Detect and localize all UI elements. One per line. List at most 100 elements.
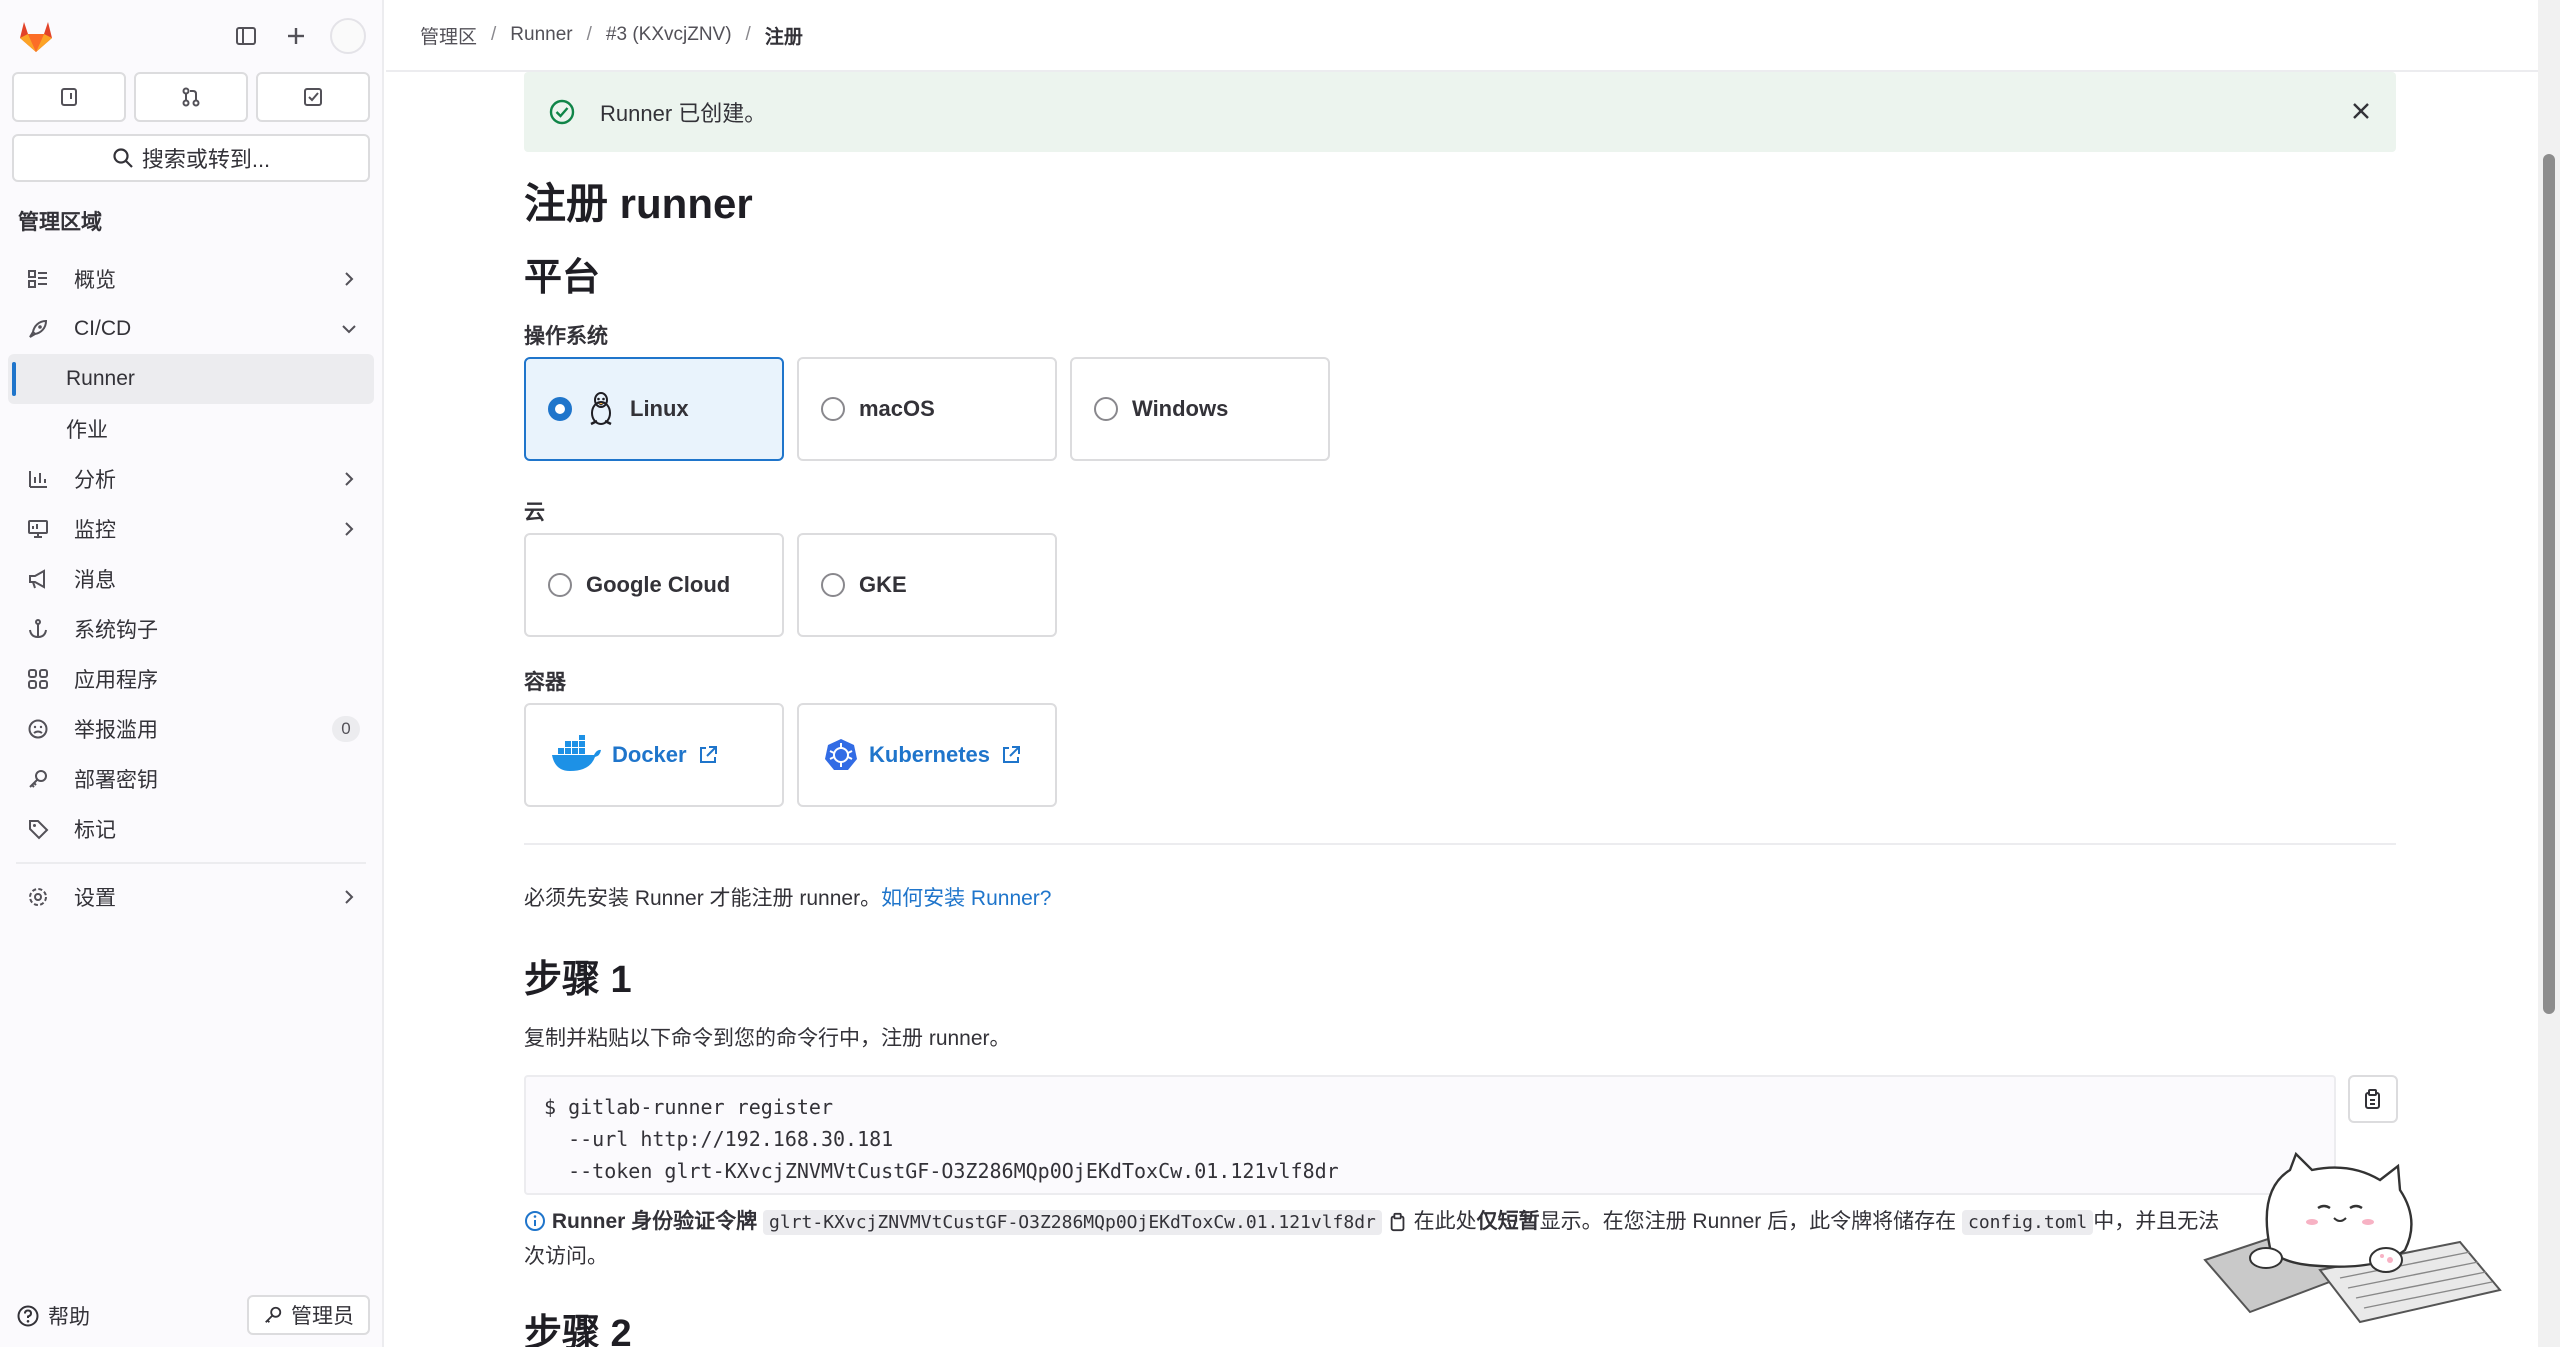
token-info: Runner 身份验证令牌 glrt-KXvcjZNVMVtCustGF-O3Z…	[524, 1205, 2396, 1274]
nav-item-cicd[interactable]: CI/CD	[8, 304, 374, 354]
nav-item-runner[interactable]: Runner	[8, 354, 374, 404]
register-command-block[interactable]: $ gitlab-runner register --url http://19…	[524, 1075, 2336, 1195]
install-note-text: 必须先安装 Runner 才能注册 runner。	[524, 887, 882, 910]
nav-label: 举报滥用	[74, 719, 158, 742]
radio-button[interactable]	[548, 397, 572, 421]
nav-item-monitoring[interactable]: 监控	[8, 504, 374, 554]
key-icon	[265, 1306, 282, 1323]
os-option-label: Windows	[1132, 396, 1229, 421]
os-option-linux[interactable]: Linux	[524, 357, 784, 461]
command-line: $ gitlab-runner register	[544, 1095, 833, 1119]
platform-heading: 平台	[524, 257, 601, 299]
label-icon	[24, 815, 52, 843]
cloud-option-label: Google Cloud	[586, 572, 731, 597]
plus-icon[interactable]	[278, 18, 314, 54]
breadcrumb: 管理区 / Runner / #3 (KXvcjZNV) / 注册	[386, 0, 2538, 72]
sidebar-section-title: 管理区域	[18, 211, 102, 234]
copy-icon[interactable]	[1388, 1212, 1408, 1232]
radio-button[interactable]	[821, 573, 845, 597]
nav-item-messages[interactable]: 消息	[8, 554, 374, 604]
bullhorn-icon	[24, 565, 52, 593]
sidebar-divider	[16, 862, 366, 864]
radio-button[interactable]	[548, 573, 572, 597]
admin-label: 管理员	[291, 1305, 354, 1328]
copy-command-button[interactable]	[2348, 1075, 2398, 1123]
issues-icon	[61, 88, 77, 106]
nav-label: 标记	[74, 819, 116, 842]
os-label: 操作系统	[524, 325, 608, 348]
todos-button[interactable]	[256, 72, 370, 122]
os-option-label: Linux	[630, 396, 689, 421]
radio-button[interactable]	[1094, 397, 1118, 421]
gitlab-tanuki-icon[interactable]	[16, 16, 56, 56]
page-title: 注册 runner	[524, 180, 753, 227]
nav-item-abuse-reports[interactable]: 举报滥用 0	[8, 704, 374, 754]
settings-icon	[24, 883, 52, 911]
nav-item-settings[interactable]: 设置	[8, 872, 374, 922]
nav-label: 作业	[66, 419, 108, 442]
radio-button[interactable]	[821, 397, 845, 421]
sidebar-footer: 帮助 管理员	[16, 1295, 370, 1339]
nav-label: 消息	[74, 569, 116, 592]
os-option-windows[interactable]: Windows	[1070, 357, 1330, 461]
command-line: --url http://192.168.30.181	[544, 1127, 894, 1151]
container-option-docker[interactable]: Docker	[524, 703, 784, 807]
install-runner-link[interactable]: 如何安装 Runner?	[881, 887, 1051, 910]
nav-item-analytics[interactable]: 分析	[8, 454, 374, 504]
scrollbar-thumb[interactable]	[2543, 154, 2555, 1014]
merge-requests-button[interactable]	[134, 72, 248, 122]
nav-item-jobs[interactable]: 作业	[8, 404, 374, 454]
token-label: Runner 身份验证令牌	[551, 1210, 758, 1233]
nav-label: 概览	[74, 269, 116, 292]
admin-button[interactable]: 管理员	[247, 1295, 370, 1335]
token-value[interactable]: glrt-KXvcjZNVMVtCustGF-O3Z286MQp0OjEKdTo…	[763, 1210, 1382, 1235]
cloud-option-label: GKE	[859, 572, 907, 597]
nav-item-system-hooks[interactable]: 系统钩子	[8, 604, 374, 654]
section-divider	[524, 843, 2396, 845]
search-label: 搜索或转到...	[141, 147, 271, 172]
close-icon[interactable]	[2348, 98, 2374, 124]
breadcrumb-separator: /	[586, 24, 592, 45]
token-note-mid: 显示。在您注册 Runner 后，此令牌将储存在	[1539, 1210, 1957, 1233]
nav-label: 应用程序	[74, 669, 158, 692]
abuse-count-badge: 0	[332, 716, 360, 742]
typing-cat-mascot-icon	[2203, 1151, 2502, 1324]
os-option-macos[interactable]: macOS	[797, 357, 1057, 461]
nav-item-deploy-keys[interactable]: 部署密钥	[8, 754, 374, 804]
nav-label: 分析	[74, 469, 116, 492]
applications-icon	[24, 665, 52, 693]
nav-label: CI/CD	[74, 317, 132, 340]
chart-icon	[24, 465, 52, 493]
sidebar-header	[16, 16, 366, 56]
cloud-option-gke[interactable]: GKE	[797, 533, 1057, 637]
nav-item-overview[interactable]: 概览	[8, 254, 374, 304]
chevron-down-icon	[342, 325, 356, 334]
nav-label: 设置	[74, 887, 116, 910]
success-alert: Runner 已创建。	[524, 72, 2396, 152]
abuse-icon	[24, 715, 52, 743]
breadcrumb-separator: /	[491, 24, 497, 45]
breadcrumb-runner-id[interactable]: #3 (KXvcjZNV)	[606, 24, 732, 46]
docker-link-label: Docker	[612, 742, 687, 767]
avatar[interactable]	[330, 18, 366, 54]
issues-button[interactable]	[12, 72, 126, 122]
cloud-option-google-cloud[interactable]: Google Cloud	[524, 533, 784, 637]
install-note: 必须先安装 Runner 才能注册 runner。如何安装 Runner?	[524, 882, 1051, 912]
quick-actions	[12, 72, 370, 122]
breadcrumb-admin[interactable]: 管理区	[420, 22, 477, 49]
breadcrumb-register[interactable]: 注册	[765, 22, 803, 49]
chevron-right-icon	[345, 472, 354, 486]
token-note-bold: 仅短暂	[1476, 1210, 1540, 1233]
os-option-label: macOS	[859, 396, 935, 421]
container-option-kubernetes[interactable]: Kubernetes	[797, 703, 1057, 807]
breadcrumb-runner[interactable]: Runner	[510, 24, 572, 46]
toggle-sidebar-icon[interactable]	[228, 18, 264, 54]
search-button[interactable]: 搜索或转到...	[12, 134, 370, 182]
page-scrollbar[interactable]	[2538, 0, 2560, 1347]
rocket-icon	[24, 315, 52, 343]
breadcrumb-separator: /	[745, 24, 751, 45]
nav-item-labels[interactable]: 标记	[8, 804, 374, 854]
cloud-label: 云	[524, 501, 545, 524]
nav-item-applications[interactable]: 应用程序	[8, 654, 374, 704]
help-button[interactable]: 帮助	[16, 1301, 90, 1331]
